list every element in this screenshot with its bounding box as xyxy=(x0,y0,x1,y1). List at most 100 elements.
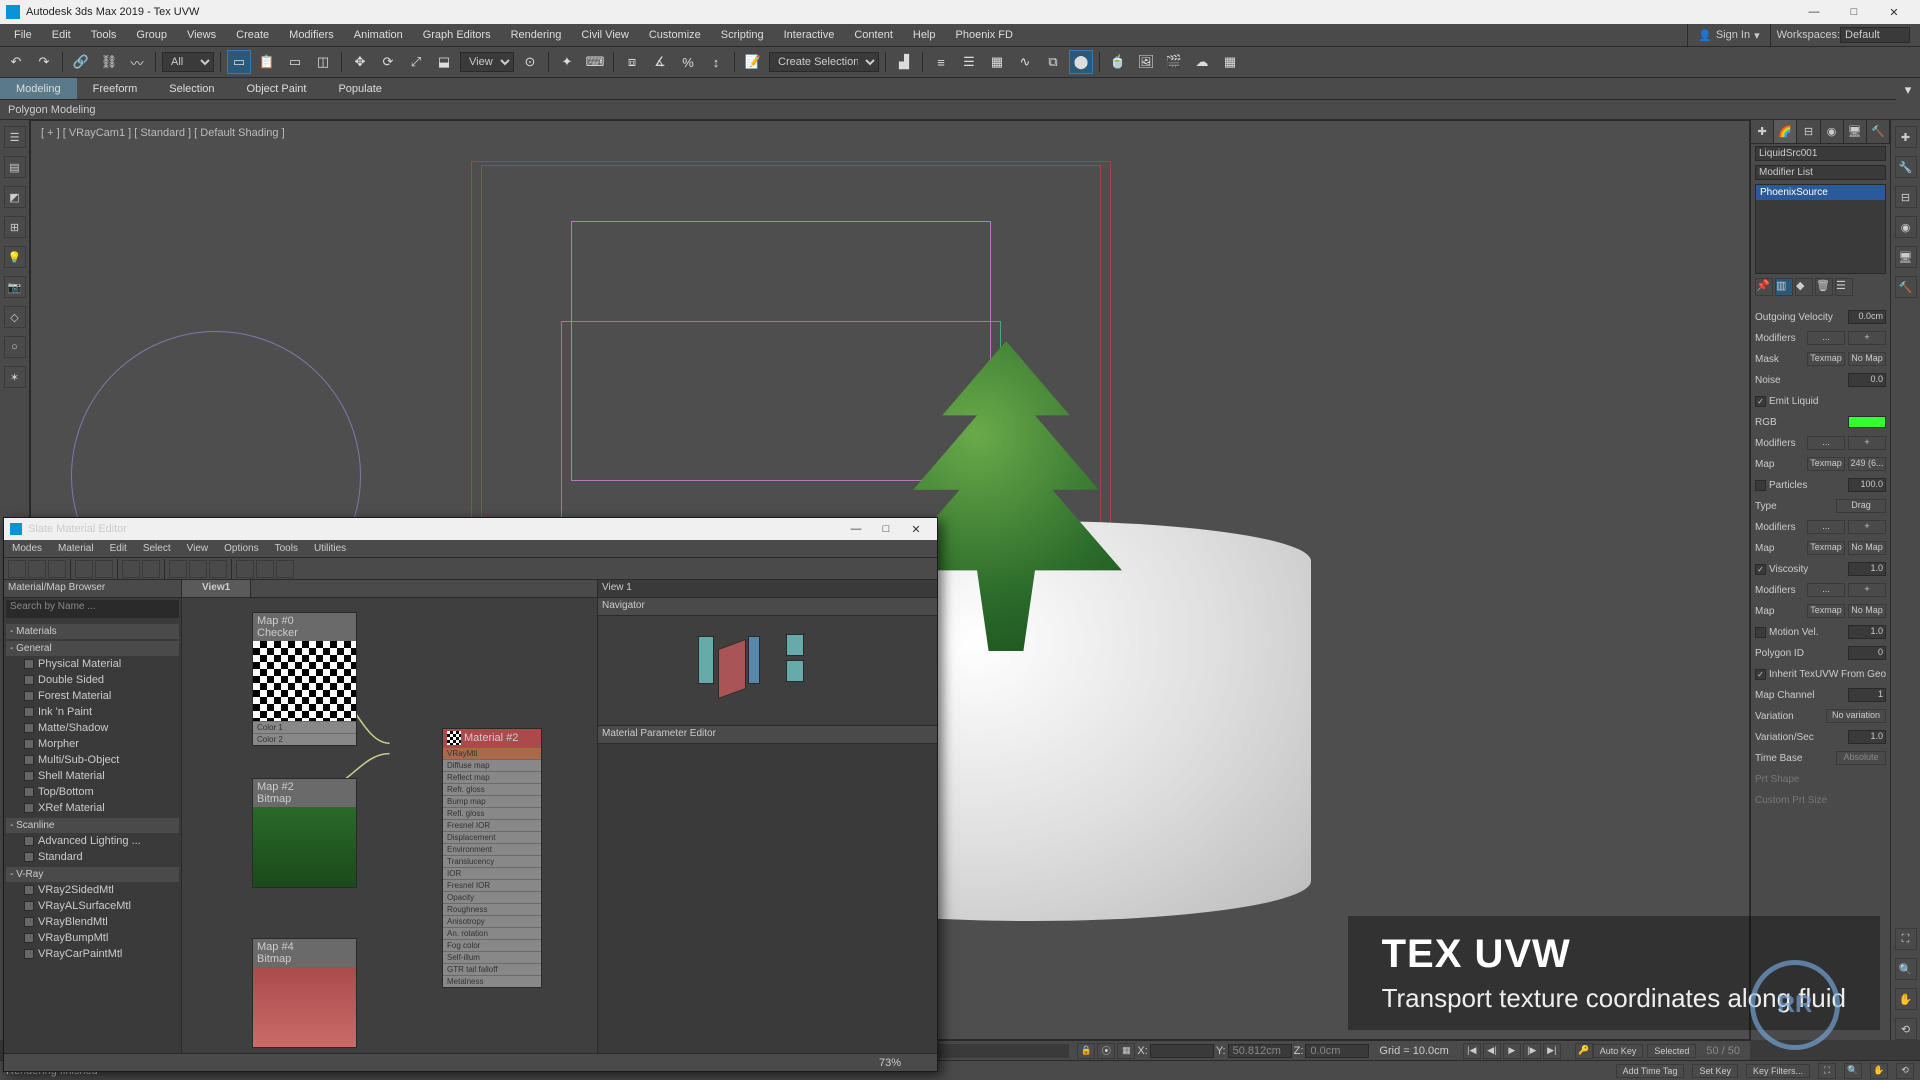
coord-y-value[interactable] xyxy=(1228,1044,1292,1058)
node-slot[interactable]: GTR tail falloff xyxy=(443,963,541,975)
percent-snap-button[interactable]: % xyxy=(676,50,700,74)
ribbon-tab-populate[interactable]: Populate xyxy=(322,78,397,99)
node-slot[interactable]: Metalness xyxy=(443,975,541,987)
mmb-search[interactable]: Search by Name ... xyxy=(6,600,179,618)
play-button[interactable]: ▶ xyxy=(1503,1043,1521,1059)
add-time-tag-button[interactable]: Add Time Tag xyxy=(1616,1064,1685,1078)
use-pivot-button[interactable]: ⊙ xyxy=(518,50,542,74)
viscosity-check[interactable]: ✓ xyxy=(1755,564,1766,575)
node-slot[interactable]: Opacity xyxy=(443,891,541,903)
abs-rel-icon[interactable]: ▦ xyxy=(1117,1043,1135,1059)
node-slot[interactable]: Reflect map xyxy=(443,771,541,783)
vp-zoom-icon[interactable]: 🔍 xyxy=(1895,958,1917,980)
align-button[interactable]: ≡ xyxy=(929,50,953,74)
node-slot[interactable]: Bump map xyxy=(443,795,541,807)
mmb-item[interactable]: Morpher xyxy=(6,736,179,752)
node-slot[interactable]: Environment xyxy=(443,843,541,855)
menu-modifiers[interactable]: Modifiers xyxy=(279,24,344,46)
node-slot[interactable]: Translucency xyxy=(443,855,541,867)
ribbon-tab-selection[interactable]: Selection xyxy=(153,78,230,99)
node-slot[interactable]: Diffuse map xyxy=(443,759,541,771)
particle-icon[interactable]: ✶ xyxy=(4,366,26,388)
ribbon-tab-objectpaint[interactable]: Object Paint xyxy=(231,78,323,99)
render-setup-button[interactable]: 🍵 xyxy=(1106,50,1130,74)
slate-maximize-button[interactable]: □ xyxy=(871,518,901,540)
viscosity-value[interactable]: 1.0 xyxy=(1848,562,1886,576)
inherit-check[interactable]: ✓ xyxy=(1755,669,1766,680)
mod4-add-button[interactable]: ... xyxy=(1807,583,1845,597)
layer-icon[interactable]: ▤ xyxy=(4,156,26,178)
maximize-button[interactable]: □ xyxy=(1834,0,1874,24)
mirror-button[interactable]: ▟ xyxy=(892,50,916,74)
unlink-button[interactable]: ⛓ xyxy=(97,50,121,74)
toggle-ribbon-button[interactable]: ▦ xyxy=(985,50,1009,74)
mmb-item[interactable]: Physical Material xyxy=(6,656,179,672)
menu-customize[interactable]: Customize xyxy=(639,24,711,46)
slate-menu-utilities[interactable]: Utilities xyxy=(306,540,354,557)
mask-type[interactable]: Texmap xyxy=(1807,352,1845,366)
ribbon-collapse-button[interactable]: ▾ xyxy=(1896,78,1920,102)
node-slot[interactable]: Anisotropy xyxy=(443,915,541,927)
modifier-item[interactable]: PhoenixSource xyxy=(1756,185,1885,200)
mask-map[interactable]: No Map xyxy=(1848,352,1886,366)
slate-tb-pick[interactable] xyxy=(8,560,26,578)
outgoing-vel-value[interactable]: 0.0cm xyxy=(1848,310,1886,324)
node-checker[interactable]: Map #0Checker Color 1 Color 2 xyxy=(252,612,357,746)
scale-button[interactable]: ⤢ xyxy=(404,50,428,74)
slate-tb-matid[interactable] xyxy=(256,560,274,578)
material-param-editor[interactable] xyxy=(598,744,937,1053)
map3-map[interactable]: No Map xyxy=(1848,604,1886,618)
slate-menu-tools[interactable]: Tools xyxy=(267,540,306,557)
mmb-item[interactable]: Double Sided xyxy=(6,672,179,688)
vp-orbit-icon[interactable]: ⟲ xyxy=(1895,1018,1917,1040)
motionvel-value[interactable]: 1.0 xyxy=(1848,625,1886,639)
slate-tb-showmap[interactable] xyxy=(169,560,187,578)
slate-graph[interactable]: Map #0Checker Color 1 Color 2 Map #2Bitm… xyxy=(182,598,597,1053)
menu-scripting[interactable]: Scripting xyxy=(711,24,774,46)
mmb-cat-general[interactable]: - General xyxy=(6,641,179,656)
selection-filter[interactable]: All xyxy=(162,52,214,72)
emit-liquid-check[interactable]: ✓ xyxy=(1755,396,1766,407)
rotate-button[interactable]: ⟳ xyxy=(376,50,400,74)
node-bitmap2[interactable]: Map #4Bitmap xyxy=(252,938,357,1048)
slate-tb-filter[interactable] xyxy=(276,560,294,578)
node-slot[interactable]: Fog color xyxy=(443,939,541,951)
coord-x-value[interactable] xyxy=(1150,1044,1214,1058)
slate-tb-assign[interactable] xyxy=(48,560,66,578)
angle-snap-button[interactable]: ∡ xyxy=(648,50,672,74)
key-mode-button[interactable]: 🔑 xyxy=(1575,1043,1593,1059)
menu-grapheditors[interactable]: Graph Editors xyxy=(413,24,501,46)
workspace-input[interactable] xyxy=(1840,27,1910,43)
map2-type[interactable]: Texmap xyxy=(1807,541,1845,555)
cmd-tab-modify[interactable]: 🌈 xyxy=(1774,120,1797,143)
prev-frame-button[interactable]: ◀| xyxy=(1483,1043,1501,1059)
menu-views[interactable]: Views xyxy=(177,24,226,46)
varps-value[interactable]: 1.0 xyxy=(1848,730,1886,744)
variation-value[interactable]: No variation xyxy=(1826,709,1886,723)
menu-animation[interactable]: Animation xyxy=(344,24,413,46)
rendered-frame-button[interactable]: 🖼 xyxy=(1134,50,1158,74)
node-slot[interactable]: Color 1 xyxy=(253,721,356,733)
cmd-create-icon[interactable]: ✚ xyxy=(1895,126,1917,148)
goto-start-button[interactable]: |◀ xyxy=(1463,1043,1481,1059)
map3-type[interactable]: Texmap xyxy=(1807,604,1845,618)
mmb-item[interactable]: VRayCarPaintMtl xyxy=(6,946,179,962)
mod4-plus-button[interactable]: + xyxy=(1848,583,1886,597)
camera-icon[interactable]: 📷 xyxy=(4,276,26,298)
mmb-item[interactable]: Multi/Sub-Object xyxy=(6,752,179,768)
show-end-result-button[interactable]: ▥ xyxy=(1775,278,1793,296)
slate-menu-options[interactable]: Options xyxy=(216,540,266,557)
orbit-view-button[interactable]: ⟲ xyxy=(1896,1063,1914,1079)
node-slot[interactable]: IOR xyxy=(443,867,541,879)
key-filters-button[interactable]: Key Filters... xyxy=(1746,1064,1810,1078)
slate-menu-view[interactable]: View xyxy=(179,540,217,557)
link-button[interactable]: 🔗 xyxy=(69,50,93,74)
vp-pan-icon[interactable]: ✋ xyxy=(1895,988,1917,1010)
cmd-tab-motion[interactable]: ◉ xyxy=(1821,120,1844,143)
material-editor-button[interactable]: ⬤ xyxy=(1069,50,1093,74)
light-icon[interactable]: 💡 xyxy=(4,246,26,268)
mmb-item[interactable]: Forest Material xyxy=(6,688,179,704)
mod2-plus-button[interactable]: + xyxy=(1848,436,1886,450)
keyboard-shortcut-button[interactable]: ⌨ xyxy=(583,50,607,74)
menu-help[interactable]: Help xyxy=(903,24,946,46)
